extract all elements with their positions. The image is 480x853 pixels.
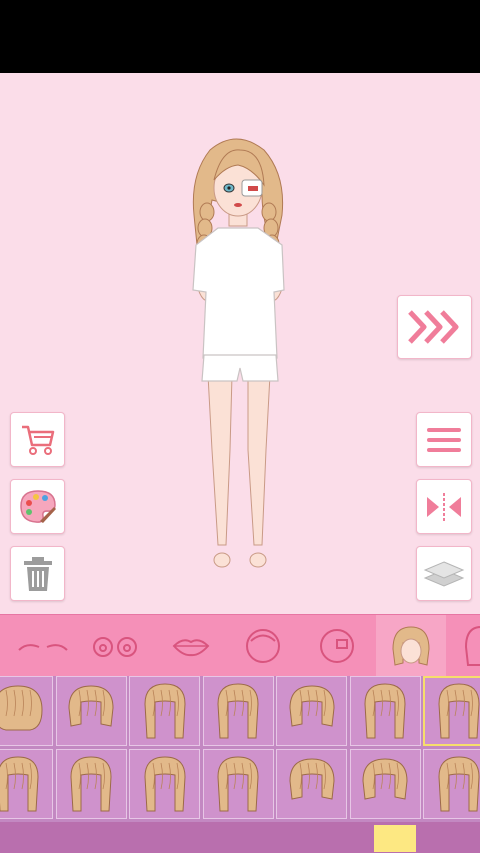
hair-item-shoulder-layered[interactable] bbox=[276, 749, 347, 819]
hamburger-menu-icon bbox=[427, 427, 461, 452]
layers-icon bbox=[423, 560, 465, 587]
hair-item-wavy-bangs[interactable] bbox=[55, 749, 127, 819]
hair-item-braids[interactable] bbox=[423, 676, 480, 746]
hair-item-low-pigtails[interactable] bbox=[129, 749, 200, 819]
layers-button[interactable] bbox=[416, 546, 472, 601]
hair-thumbnail-icon bbox=[288, 758, 335, 800]
hair-item-bob-center-part[interactable] bbox=[55, 676, 127, 746]
trash-icon bbox=[23, 556, 52, 591]
tab-lips[interactable] bbox=[156, 615, 226, 677]
tab-face-accessory[interactable] bbox=[302, 615, 372, 677]
hair-thumbnail-icon bbox=[0, 756, 39, 812]
next-button[interactable] bbox=[397, 295, 472, 359]
palette-icon bbox=[19, 489, 56, 523]
back-hair-icon bbox=[464, 626, 480, 666]
hair-item-curly-short[interactable] bbox=[0, 676, 53, 746]
hair-item-short-bob[interactable] bbox=[349, 749, 421, 819]
category-bar bbox=[0, 614, 480, 677]
tab-hair[interactable] bbox=[376, 615, 446, 677]
hair-item-braids-thin[interactable] bbox=[423, 749, 480, 819]
menu-button[interactable] bbox=[416, 412, 472, 467]
eyes-icon bbox=[93, 637, 137, 657]
shop-button[interactable] bbox=[10, 412, 65, 467]
hair-thumbnail-icon bbox=[288, 685, 335, 727]
page-indicator bbox=[0, 822, 480, 853]
hair-thumbnail-icon bbox=[217, 683, 259, 739]
lips-icon bbox=[172, 639, 210, 657]
mirror-flip-icon bbox=[427, 492, 461, 521]
hair-thumbnail-icon bbox=[0, 685, 43, 731]
hair-thumbnail-icon bbox=[68, 685, 114, 727]
hair-thumbnail-icon bbox=[437, 683, 480, 739]
hair-item-wavy-long[interactable] bbox=[349, 676, 421, 746]
hair-item-bangs-long[interactable] bbox=[129, 676, 200, 746]
hair-item-grid bbox=[0, 676, 480, 822]
tab-eyes[interactable] bbox=[80, 615, 150, 677]
cart-icon bbox=[21, 425, 54, 455]
hair-item-side-ponytail[interactable] bbox=[0, 749, 53, 819]
hair-thumbnail-icon bbox=[70, 756, 112, 812]
hair-thumbnail-icon bbox=[143, 683, 186, 739]
tab-eyebrows[interactable] bbox=[8, 615, 78, 677]
page-indicator-active[interactable] bbox=[374, 825, 416, 852]
dressup-stage bbox=[0, 73, 480, 614]
hair-item-long-straight[interactable] bbox=[202, 676, 274, 746]
hair-thumbnail-icon bbox=[217, 756, 259, 812]
hair-icon bbox=[392, 626, 430, 666]
face-accessory-icon bbox=[320, 629, 354, 663]
hair-thumbnail-icon bbox=[362, 758, 408, 800]
hair-thumbnail-icon bbox=[143, 756, 186, 812]
flip-button[interactable] bbox=[416, 479, 472, 534]
face-icon bbox=[246, 629, 280, 663]
triple-chevron-right-icon bbox=[407, 310, 458, 344]
hair-thumbnail-icon bbox=[364, 683, 406, 739]
eyebrows-icon bbox=[18, 644, 68, 651]
tab-face[interactable] bbox=[228, 615, 298, 677]
hair-item-wavy-medium[interactable] bbox=[202, 749, 274, 819]
palette-button[interactable] bbox=[10, 479, 65, 534]
status-bar bbox=[0, 0, 480, 73]
tab-back-hair[interactable] bbox=[446, 615, 480, 677]
hair-item-layered-medium[interactable] bbox=[276, 676, 347, 746]
delete-button[interactable] bbox=[10, 546, 65, 601]
hair-thumbnail-icon bbox=[437, 756, 480, 812]
